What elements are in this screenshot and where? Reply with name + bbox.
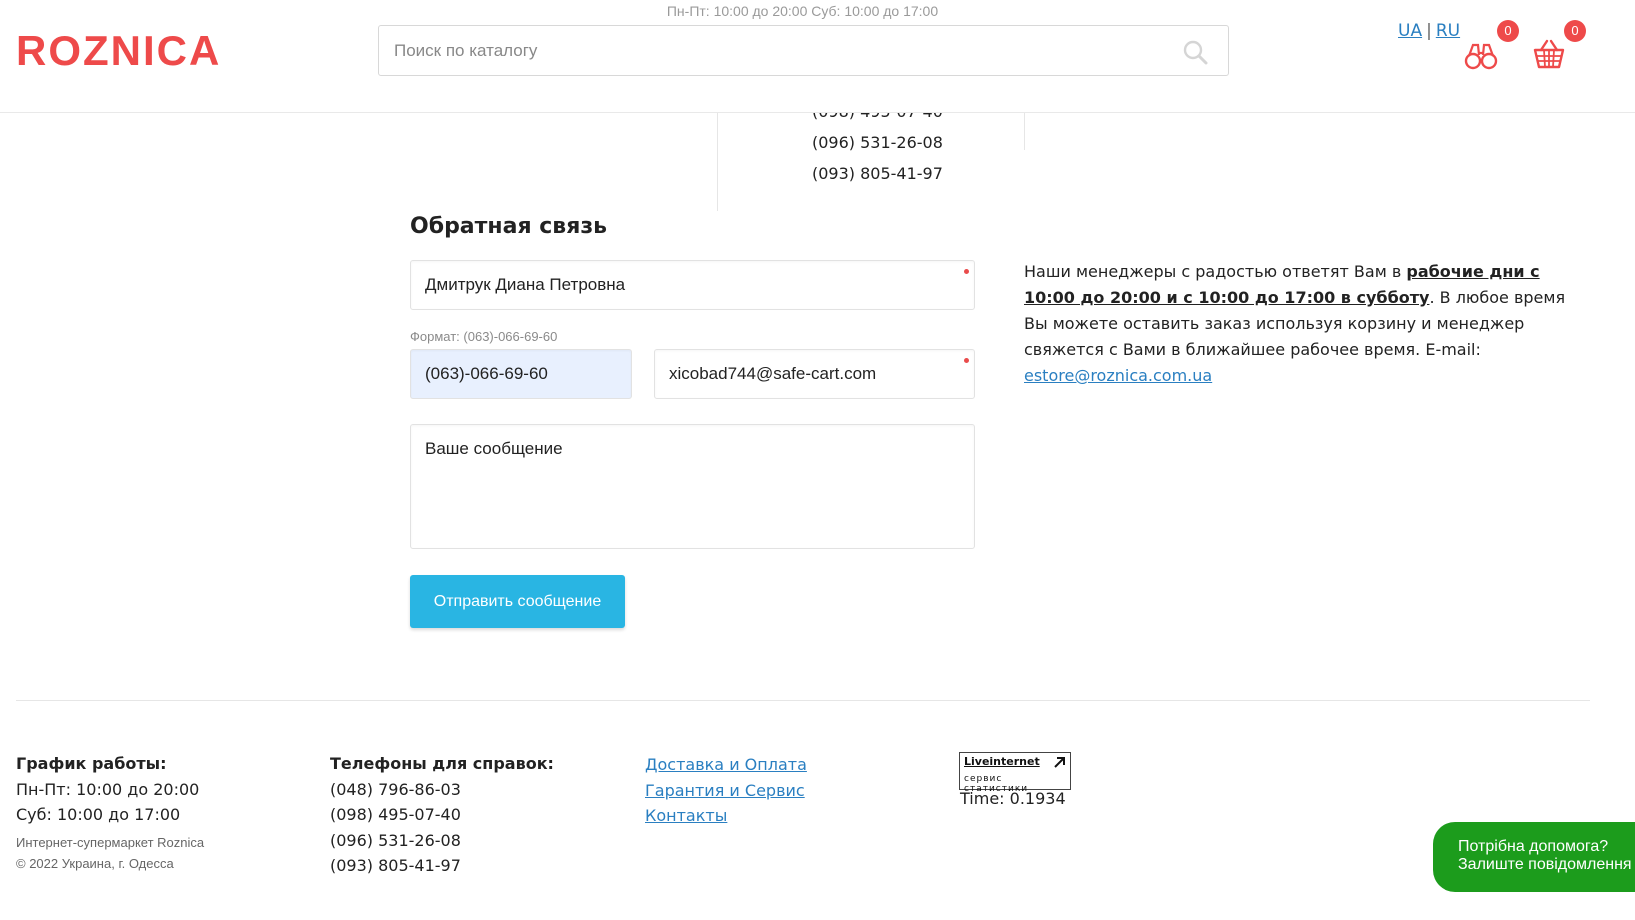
footer-phone: (098) 495-07-40 <box>330 805 461 824</box>
lang-ua-link[interactable]: UA <box>1398 21 1422 41</box>
page-time: Time: 0.1934 <box>960 789 1066 808</box>
name-input[interactable] <box>411 261 974 309</box>
phone-field <box>410 349 632 399</box>
name-field <box>410 260 975 310</box>
search-icon[interactable] <box>1182 39 1208 65</box>
required-marker <box>964 358 969 363</box>
email-input[interactable] <box>655 350 974 398</box>
binoculars-icon[interactable] <box>1464 39 1498 73</box>
footer-phone: (096) 531-26-08 <box>330 830 461 850</box>
copyright: © 2022 Украина, г. Одесса <box>16 855 174 871</box>
contacts-link[interactable]: Контакты <box>645 803 807 829</box>
phone-input[interactable] <box>411 350 631 398</box>
site-logo[interactable]: ROZNICA <box>16 27 221 75</box>
lang-separator: | <box>1426 21 1432 41</box>
catalog-search <box>378 25 1229 76</box>
search-input[interactable] <box>379 26 1228 75</box>
compare-count-badge: 0 <box>1497 20 1519 42</box>
header-working-hours: Пн-Пт: 10:00 до 20:00 Суб: 10:00 до 17:0… <box>666 3 939 19</box>
column-divider <box>1024 113 1025 150</box>
info-text: Наши менеджеры с радостью ответят Вам в <box>1024 262 1407 281</box>
delivery-payment-link[interactable]: Доставка и Оплата <box>645 752 807 778</box>
footer-phones: Телефоны для справок: (048) 796-86-03 (0… <box>330 751 554 879</box>
column-divider <box>717 113 718 211</box>
footer-divider <box>16 700 1590 701</box>
site-header: Пн-Пт: 10:00 до 20:00 Суб: 10:00 до 17:0… <box>0 0 1635 113</box>
basket-icon[interactable] <box>1532 37 1566 71</box>
footer-schedule: График работы: Пн-Пт: 10:00 до 20:00 Суб… <box>16 751 204 874</box>
footer-phone: (093) 805-41-97 <box>330 856 461 875</box>
help-chat-line1: Потрібна допомога? <box>1458 838 1609 855</box>
email-field <box>654 349 975 399</box>
arrow-up-right-icon <box>1054 757 1065 768</box>
schedule-saturday: Суб: 10:00 до 17:00 <box>16 805 181 824</box>
message-textarea[interactable] <box>411 425 974 548</box>
phone-format-hint: Формат: (063)-066-69-60 <box>410 329 558 344</box>
help-chat-line2: Залиште повідомлення <box>1458 856 1632 873</box>
help-chat-widget[interactable]: Потрібна допомога? Залиште повідомлення <box>1433 822 1635 892</box>
store-name: Интернет-супермаркет Roznica <box>16 834 205 850</box>
store-email-link[interactable]: estore@roznica.com.ua <box>1024 366 1212 385</box>
manager-info-text: Наши менеджеры с радостью ответят Вам в … <box>1024 259 1584 389</box>
schedule-weekdays: Пн-Пт: 10:00 до 20:00 <box>16 779 200 799</box>
message-field <box>410 424 975 549</box>
feedback-title: Обратная связь <box>410 214 608 239</box>
counter-title: Liveinternet <box>964 755 1040 768</box>
liveinternet-counter[interactable]: Liveinternet сервис статистики <box>959 752 1071 794</box>
footer-links: Доставка и Оплата Гарантия и Сервис Конт… <box>645 752 807 829</box>
cart-count-badge: 0 <box>1564 20 1586 42</box>
contact-phone: (093) 805-41-97 <box>812 164 943 183</box>
footer-phone: (048) 796-86-03 <box>330 779 461 799</box>
send-message-button[interactable]: Отправить сообщение <box>410 575 625 628</box>
schedule-title: График работы: <box>16 754 167 773</box>
contact-phone: (096) 531-26-08 <box>812 133 943 152</box>
language-switcher: UA | RU <box>1398 21 1460 41</box>
lang-ru-link[interactable]: RU <box>1436 21 1460 41</box>
phones-title: Телефоны для справок: <box>330 754 554 773</box>
warranty-service-link[interactable]: Гарантия и Сервис <box>645 778 807 804</box>
required-marker <box>964 269 969 274</box>
